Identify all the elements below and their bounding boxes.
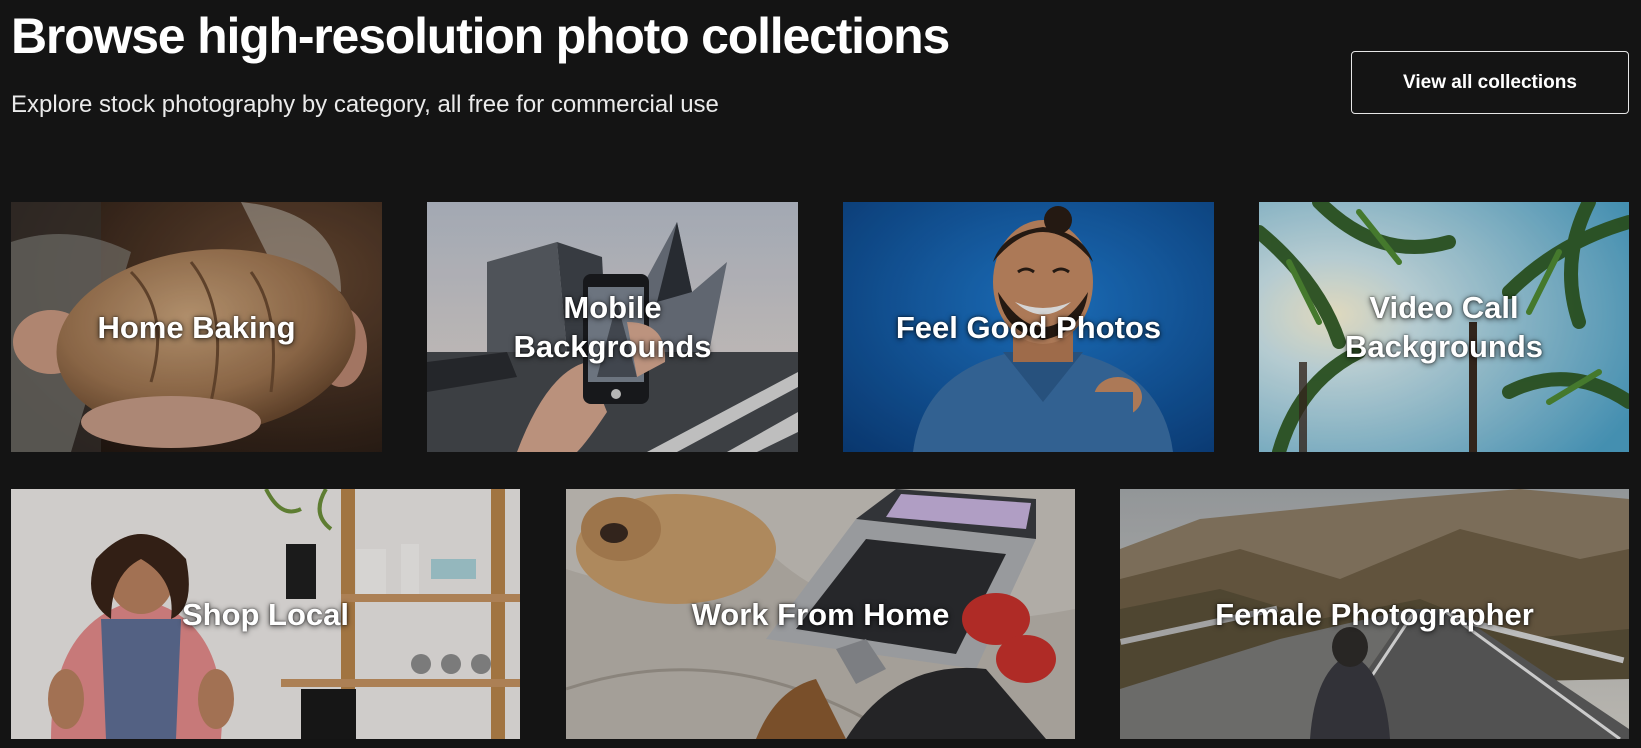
collection-label: Mobile Backgrounds bbox=[513, 290, 712, 364]
collection-label: Shop Local bbox=[181, 596, 350, 632]
section-title: Browse high-resolution photo collections bbox=[11, 8, 950, 64]
collections-section: Browse high-resolution photo collections… bbox=[0, 0, 1641, 748]
collection-card-work-from-home[interactable]: Work From Home bbox=[566, 489, 1075, 739]
collection-card-shop-local[interactable]: Shop Local bbox=[11, 489, 520, 739]
collection-card-home-baking[interactable]: Home Baking bbox=[11, 202, 382, 452]
collection-card-mobile-backgrounds[interactable]: Mobile Backgrounds bbox=[427, 202, 798, 452]
collection-label: Work From Home bbox=[691, 596, 950, 632]
section-subtitle: Explore stock photography by category, a… bbox=[11, 91, 719, 118]
collection-label: Home Baking bbox=[97, 309, 296, 345]
collection-label: Female Photographer bbox=[1215, 596, 1534, 632]
collection-label: Video Call Backgrounds bbox=[1344, 290, 1544, 364]
view-all-collections-button[interactable]: View all collections bbox=[1351, 51, 1629, 114]
collection-card-female-photographer[interactable]: Female Photographer bbox=[1120, 489, 1629, 739]
collection-card-feel-good-photos[interactable]: Feel Good Photos bbox=[843, 202, 1214, 452]
collection-card-video-call-backgrounds[interactable]: Video Call Backgrounds bbox=[1259, 202, 1629, 452]
collection-label: Feel Good Photos bbox=[895, 309, 1162, 345]
